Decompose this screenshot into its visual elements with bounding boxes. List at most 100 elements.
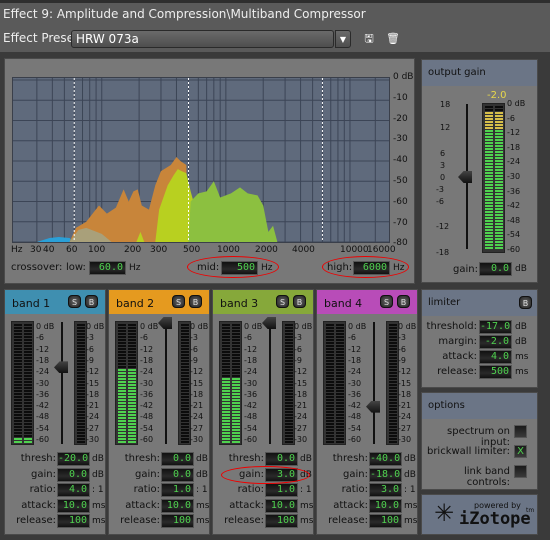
meter-segment	[181, 411, 189, 413]
meter-segment	[485, 139, 493, 141]
meter-segment	[181, 345, 189, 347]
meter-segment	[485, 211, 493, 213]
gr-meter-tick: 0 dB	[398, 322, 417, 331]
param-field[interactable]: 100	[57, 514, 90, 528]
param-field[interactable]: -20.0	[57, 452, 90, 466]
low-label: low:	[66, 262, 86, 273]
param-label: ratio:	[237, 484, 264, 495]
band-meter-tick: -60	[348, 435, 362, 444]
meter-segment	[181, 342, 189, 344]
solo-button[interactable]: S	[172, 295, 185, 308]
meter-segment	[326, 426, 334, 428]
meter-segment	[222, 393, 230, 395]
meter-segment	[232, 402, 240, 404]
limiter-param-field[interactable]: 4.0	[479, 350, 512, 364]
meter-segment	[336, 393, 344, 395]
meter-segment	[326, 429, 334, 431]
meter-segment	[24, 396, 32, 398]
param-field[interactable]: 0.0	[161, 452, 194, 466]
param-field[interactable]: 4.0	[57, 483, 90, 497]
meter-segment	[389, 351, 397, 353]
solo-button[interactable]: S	[380, 295, 393, 308]
meter-segment	[181, 417, 189, 419]
meter-segment	[24, 411, 32, 413]
limiter-param-field[interactable]: -17.0	[479, 320, 512, 334]
meter-segment	[77, 432, 85, 434]
band-fader-track[interactable]	[165, 322, 167, 444]
param-field[interactable]: 10.0	[161, 498, 194, 513]
meter-segment	[495, 142, 503, 144]
param-field[interactable]: 1.0	[161, 483, 194, 497]
limiter-bypass-button[interactable]: B	[519, 296, 532, 309]
param-label: attack:	[125, 499, 160, 511]
meter-segment	[336, 378, 344, 380]
meter-segment	[485, 247, 493, 249]
meter-segment	[485, 172, 493, 174]
param-field[interactable]: 10.0	[369, 498, 402, 513]
preset-dropdown[interactable]: HRW 073a	[71, 30, 334, 48]
meter-segment	[118, 342, 126, 344]
dropdown-arrow-icon[interactable]: ▼	[335, 30, 351, 48]
option-checkbox[interactable]: X	[514, 445, 527, 458]
bypass-button[interactable]: B	[189, 295, 202, 308]
meter-segment	[389, 342, 397, 344]
meter-segment	[77, 441, 85, 443]
param-field[interactable]: 0.0	[265, 452, 298, 466]
param-field[interactable]: 100	[369, 514, 402, 528]
option-checkbox[interactable]	[514, 425, 527, 438]
param-field[interactable]: 10.0	[57, 498, 90, 513]
meter-segment	[285, 417, 293, 419]
bypass-button[interactable]: B	[85, 295, 98, 308]
param-field[interactable]: 10.0	[265, 498, 298, 513]
meter-segment	[14, 390, 22, 392]
param-field[interactable]: 3.0	[369, 483, 402, 497]
option-checkbox[interactable]	[514, 465, 527, 478]
param-label: release:	[224, 515, 264, 526]
meter-segment	[485, 178, 493, 180]
meter-segment	[222, 378, 230, 380]
meter-segment	[326, 342, 334, 344]
band-meter-tick: -24	[140, 367, 154, 377]
param-field[interactable]: 1.0	[265, 483, 298, 497]
param-field[interactable]: 100	[265, 514, 298, 528]
param-field[interactable]: 0.0	[57, 467, 90, 482]
bypass-button[interactable]: B	[397, 295, 410, 308]
low-crossover-field[interactable]: 60.0	[89, 261, 126, 275]
param-field[interactable]: 0.0	[161, 467, 194, 482]
band-fader-track[interactable]	[61, 322, 63, 444]
limiter-param-field[interactable]: 500	[479, 365, 512, 379]
meter-segment	[14, 387, 22, 389]
meter-segment	[485, 130, 493, 132]
band-fader-track[interactable]	[373, 322, 375, 444]
gr-meter-tick: -27	[398, 423, 412, 433]
meter-segment	[77, 399, 85, 401]
save-icon[interactable]: 🖫	[362, 31, 376, 46]
meter-segment	[336, 405, 344, 407]
meter-segment	[118, 336, 126, 338]
meter-segment	[285, 375, 293, 377]
param-field[interactable]: 100	[161, 514, 194, 528]
high-crossover-field[interactable]: 6000	[353, 261, 390, 275]
param-field[interactable]: -18.0	[369, 467, 402, 482]
solo-button[interactable]: S	[68, 295, 81, 308]
bypass-button[interactable]: B	[293, 295, 306, 308]
meter-segment	[118, 333, 126, 335]
hz-tick-label: 1000	[217, 245, 240, 255]
solo-button[interactable]: S	[276, 295, 289, 308]
meter-segment	[336, 402, 344, 404]
param-field[interactable]: -40.0	[369, 452, 402, 466]
meter-segment	[222, 372, 230, 374]
output-gain-field[interactable]: 0.0	[479, 262, 512, 276]
gr-meter-tick: -3	[398, 333, 406, 343]
gr-meter-tick: -21	[398, 401, 412, 411]
band-title: band 1	[12, 297, 51, 310]
meter-segment	[326, 411, 334, 413]
band-fader-track[interactable]	[269, 322, 271, 444]
gr-meter-tick: -24	[398, 412, 412, 422]
limiter-param-field[interactable]: -2.0	[479, 335, 512, 349]
param-unit: ms	[404, 516, 418, 526]
mid-crossover-field[interactable]: 500	[221, 261, 258, 275]
meter-segment	[389, 417, 397, 419]
delete-icon[interactable]: 🗑	[386, 31, 400, 46]
meter-segment	[285, 348, 293, 350]
